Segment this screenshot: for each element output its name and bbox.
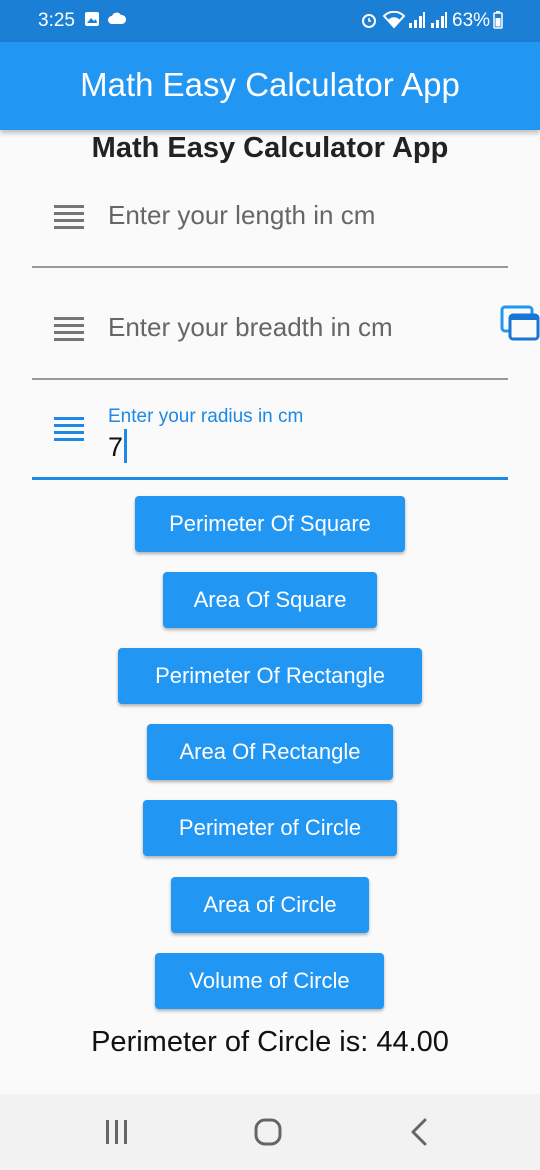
app-bar-title: Math Easy Calculator App xyxy=(80,66,460,103)
radius-label: Enter your radius in cm xyxy=(108,406,304,427)
wifi-icon xyxy=(382,10,406,35)
back-icon[interactable] xyxy=(403,1112,437,1157)
radius-value: 7 xyxy=(108,432,124,462)
signal-icon xyxy=(408,11,426,35)
area-of-circle-button[interactable]: Area of Circle xyxy=(171,877,369,933)
area-of-square-button[interactable]: Area Of Square xyxy=(163,572,377,628)
page-heading: Math Easy Calculator App xyxy=(91,132,449,164)
status-bar: 3:25 63% xyxy=(0,0,540,42)
popup-window-icon[interactable] xyxy=(500,305,540,346)
length-placeholder: Enter your length in cm xyxy=(108,200,376,230)
list-icon xyxy=(54,204,84,235)
radius-field[interactable]: Enter your radius in cm 7 xyxy=(32,390,508,480)
recent-apps-icon[interactable] xyxy=(100,1112,134,1157)
volume-of-circle-button[interactable]: Volume of Circle xyxy=(155,953,384,1009)
breadth-placeholder: Enter your breadth in cm xyxy=(108,312,393,342)
breadth-field[interactable]: Enter your breadth in cm xyxy=(32,294,508,380)
cloud-icon xyxy=(108,11,127,33)
home-icon[interactable] xyxy=(251,1112,285,1157)
perimeter-of-circle-button[interactable]: Perimeter of Circle xyxy=(143,800,397,856)
text-cursor xyxy=(124,429,127,463)
breadth-underline xyxy=(32,378,508,380)
list-icon xyxy=(54,316,84,347)
length-field[interactable]: Enter your length in cm xyxy=(32,182,508,268)
image-icon xyxy=(84,11,100,33)
signal-icon xyxy=(430,11,448,35)
result-text: Perimeter of Circle is: 44.00 xyxy=(91,1026,449,1058)
battery-icon xyxy=(493,11,503,35)
status-time: 3:25 xyxy=(38,10,75,31)
list-icon xyxy=(54,416,84,447)
radius-underline xyxy=(32,477,508,480)
perimeter-of-rectangle-button[interactable]: Perimeter Of Rectangle xyxy=(118,648,422,704)
battery-level: 63% xyxy=(452,10,491,31)
length-underline xyxy=(32,266,508,268)
area-of-rectangle-button[interactable]: Area Of Rectangle xyxy=(147,724,393,780)
navigation-bar xyxy=(0,1094,540,1170)
alarm-icon xyxy=(360,11,378,35)
app-bar: Math Easy Calculator App xyxy=(0,42,540,130)
perimeter-of-square-button[interactable]: Perimeter Of Square xyxy=(135,496,405,552)
